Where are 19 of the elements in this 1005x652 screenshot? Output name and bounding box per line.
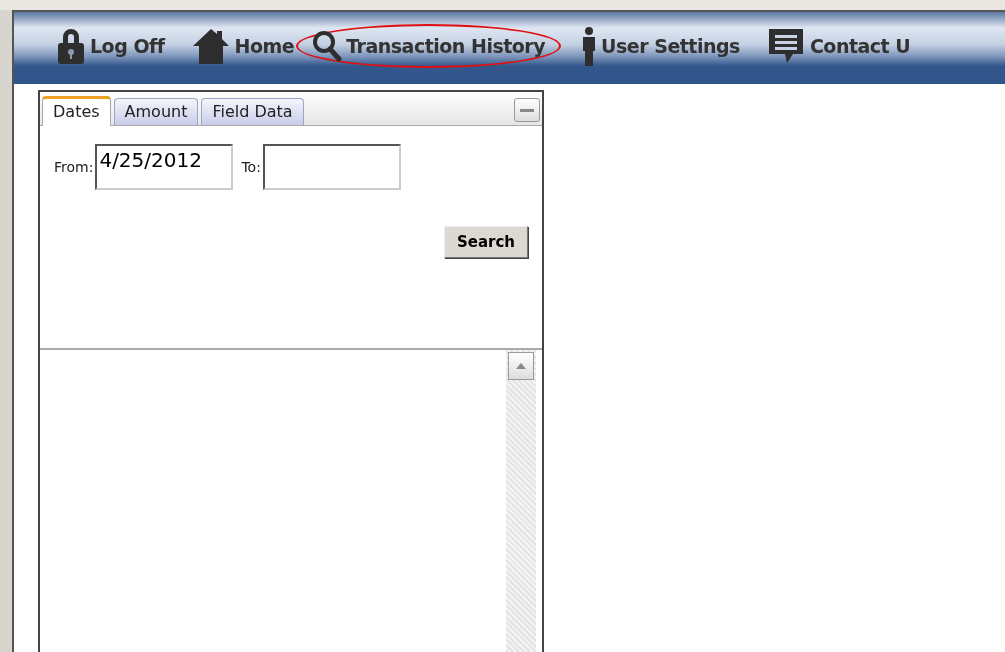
date-field[interactable]: 4/25/2012 <box>95 144 234 190</box>
minimize-button[interactable] <box>514 98 540 122</box>
padlock-icon <box>56 27 86 65</box>
nav-item[interactable]: Contact U <box>759 24 917 68</box>
search-button[interactable]: Search <box>443 226 528 258</box>
date-field[interactable] <box>262 144 401 190</box>
scrollbar[interactable] <box>506 350 536 652</box>
person-icon <box>581 26 598 66</box>
nav-item[interactable]: Log Off <box>50 25 171 67</box>
nav-item[interactable]: User Settings <box>575 24 746 68</box>
nav-item[interactable]: Transaction History <box>296 24 562 68</box>
field-label: To: <box>241 159 261 175</box>
scroll-up-button[interactable] <box>508 352 534 380</box>
tab[interactable]: Dates <box>42 96 111 126</box>
up-arrow-icon <box>516 363 526 369</box>
search-icon <box>312 30 343 62</box>
field-label: From: <box>54 159 94 175</box>
tab[interactable]: Amount <box>113 98 199 125</box>
tab[interactable]: Field Data <box>201 98 304 125</box>
